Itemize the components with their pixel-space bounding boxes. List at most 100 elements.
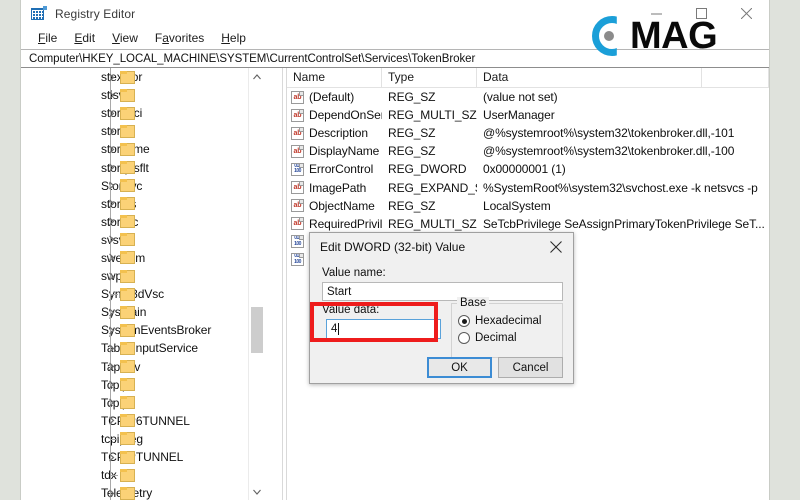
- tree-item-storvsc[interactable]: storvsc: [21, 212, 265, 231]
- chevron-right-icon[interactable]: [106, 380, 116, 390]
- string-value-icon: ab: [291, 90, 304, 104]
- radio-hexadecimal[interactable]: Hexadecimal: [458, 315, 541, 327]
- folder-icon: [120, 486, 135, 500]
- value-name-text: RequiredPrivileg...: [309, 216, 382, 231]
- menu-item-favorites[interactable]: Favorites: [147, 29, 213, 47]
- table-row[interactable]: ab ImagePath REG_EXPAND_SZ %SystemRoot%\sys…: [287, 178, 769, 196]
- chevron-right-icon[interactable]: [106, 307, 116, 317]
- chevron-right-icon[interactable]: [106, 90, 116, 100]
- tree-item-tapisrv[interactable]: TapiSrv: [21, 357, 265, 376]
- value-name-cell: ab ImagePath: [287, 181, 382, 195]
- tree-item-storahci[interactable]: storahci: [21, 104, 265, 123]
- table-row[interactable]: ab ObjectName REG_SZ LocalSystem: [287, 197, 769, 215]
- base-groupbox: [451, 303, 563, 358]
- chevron-right-icon[interactable]: [106, 416, 116, 426]
- folder-icon: [120, 251, 135, 265]
- menu-item-edit-label: dit: [82, 31, 96, 45]
- registry-path: Computer\HKEY_LOCAL_MACHINE\SYSTEM\Curre…: [29, 52, 476, 65]
- folder-icon: [120, 233, 135, 247]
- tree-item-swenum[interactable]: swenum: [21, 248, 265, 268]
- chevron-right-icon[interactable]: [106, 325, 116, 335]
- scroll-down-icon[interactable]: [249, 483, 265, 500]
- chevron-right-icon[interactable]: [106, 126, 116, 136]
- value-type-cell: REG_SZ: [388, 144, 436, 159]
- string-value-icon: ab: [291, 181, 304, 195]
- tree-item-telemetry[interactable]: Telemetry: [21, 484, 265, 500]
- radio-unselected-icon: [458, 332, 470, 344]
- tree-item-tabletinputservice[interactable]: TabletInputService: [21, 339, 265, 358]
- close-icon[interactable]: [724, 0, 769, 27]
- folder-icon: [120, 88, 135, 102]
- table-row[interactable]: ab Description REG_SZ @%systemroot%\system3…: [287, 124, 769, 142]
- table-row[interactable]: ab (Default) REG_SZ (value not set): [287, 88, 769, 106]
- menu-item-view[interactable]: View: [104, 29, 147, 47]
- radio-decimal[interactable]: Decimal: [458, 332, 517, 344]
- scroll-up-icon[interactable]: [249, 68, 265, 85]
- tree-item-storflt[interactable]: storflt: [21, 122, 265, 141]
- value-name-input[interactable]: Start: [322, 282, 563, 301]
- edit-dword-dialog: Edit DWORD (32-bit) Value Value name: St…: [309, 232, 574, 384]
- chevron-right-icon[interactable]: [106, 452, 116, 462]
- column-header-data[interactable]: Data: [477, 68, 702, 87]
- folder-icon: [120, 287, 135, 301]
- column-header-type[interactable]: Type: [382, 68, 477, 87]
- tree-item-svsvc[interactable]: svsvc: [21, 230, 265, 249]
- tree-item-stexstor[interactable]: stexstor: [21, 68, 265, 87]
- chevron-right-icon[interactable]: [106, 72, 116, 82]
- tree-item-sysmain[interactable]: SysMain: [21, 303, 265, 322]
- folder-icon: [120, 396, 135, 410]
- tree-item-tcpip6tunnel[interactable]: TCPIP6TUNNEL: [21, 411, 265, 430]
- tree-item-tdx[interactable]: tdx: [21, 466, 265, 485]
- chevron-right-icon[interactable]: [106, 108, 116, 118]
- value-data-cell: 0x00000001 (1): [483, 162, 566, 177]
- chevron-right-icon[interactable]: [106, 163, 116, 173]
- tree-item-tcpip6[interactable]: Tcpip6: [21, 393, 265, 412]
- table-row[interactable]: ab DisplayName REG_SZ @%systemroot%\system3…: [287, 142, 769, 160]
- menu-item-help-label: elp: [229, 31, 246, 45]
- table-row[interactable]: 011 100 ErrorControl REG_DWORD 0x00000001 (1…: [287, 160, 769, 178]
- value-name-cell: ab Description: [287, 126, 382, 140]
- chevron-right-icon[interactable]: [106, 181, 116, 191]
- column-header-name[interactable]: Name: [287, 68, 382, 87]
- tree-item-storsvc[interactable]: StorSvc: [21, 176, 265, 195]
- chevron-right-icon[interactable]: [106, 144, 116, 154]
- cancel-button[interactable]: Cancel: [498, 357, 563, 378]
- tree-item-stornvme[interactable]: stornvme: [21, 140, 265, 159]
- chevron-right-icon[interactable]: [106, 362, 116, 372]
- folder-icon: [120, 432, 135, 446]
- tree-scrollbar[interactable]: [248, 68, 265, 500]
- tree-item-swprv[interactable]: swprv: [21, 267, 265, 286]
- tree-scrollbar-thumb[interactable]: [251, 307, 263, 353]
- chevron-right-icon[interactable]: [106, 343, 116, 353]
- ok-button[interactable]: OK: [427, 357, 492, 378]
- menu-item-file[interactable]: File: [30, 29, 66, 47]
- dword-value-icon: 011 100: [291, 253, 304, 267]
- menu-item-help[interactable]: Help: [213, 29, 255, 47]
- chevron-right-icon[interactable]: [106, 398, 116, 408]
- tree-item-tcpip[interactable]: Tcpip: [21, 375, 265, 394]
- chevron-right-icon[interactable]: [106, 271, 116, 281]
- tree-item-systemeventsbroker[interactable]: SystemEventsBroker: [21, 321, 265, 340]
- menu-item-edit[interactable]: Edit: [66, 29, 104, 47]
- chevron-right-icon[interactable]: [106, 235, 116, 245]
- chevron-right-icon[interactable]: [106, 253, 116, 263]
- dword-value-icon: 011 100: [291, 162, 304, 176]
- chevron-right-icon[interactable]: [106, 488, 116, 498]
- tree-item-tcpiptunnel[interactable]: TCPIPTUNNEL: [21, 447, 265, 467]
- value-data-input[interactable]: 4: [326, 319, 441, 339]
- tree-item-stisvc[interactable]: stisvc: [21, 86, 265, 105]
- folder-icon: [120, 106, 135, 120]
- value-name-cell: ab RequiredPrivileg...: [287, 217, 382, 231]
- tree-item-synth3dvsc[interactable]: Synth3dVsc: [21, 285, 265, 304]
- chevron-right-icon[interactable]: [106, 217, 116, 227]
- tree-item-storqosflt[interactable]: storqosflt: [21, 158, 265, 177]
- tree-item-tcpipreg[interactable]: tcpipreg: [21, 429, 265, 448]
- tree-item-storufs[interactable]: storufs: [21, 194, 265, 213]
- table-row[interactable]: ab RequiredPrivileg... REG_MULTI_SZ SeTcbPr…: [287, 215, 769, 233]
- table-row[interactable]: ab DependOnService REG_MULTI_SZ UserManager: [287, 106, 769, 124]
- value-type-cell: REG_SZ: [388, 90, 436, 105]
- chevron-right-icon[interactable]: [106, 199, 116, 209]
- menu-item-favorites-label: vorites: [168, 31, 205, 45]
- close-icon[interactable]: [539, 234, 573, 260]
- value-type-cell: REG_DWORD: [388, 162, 467, 177]
